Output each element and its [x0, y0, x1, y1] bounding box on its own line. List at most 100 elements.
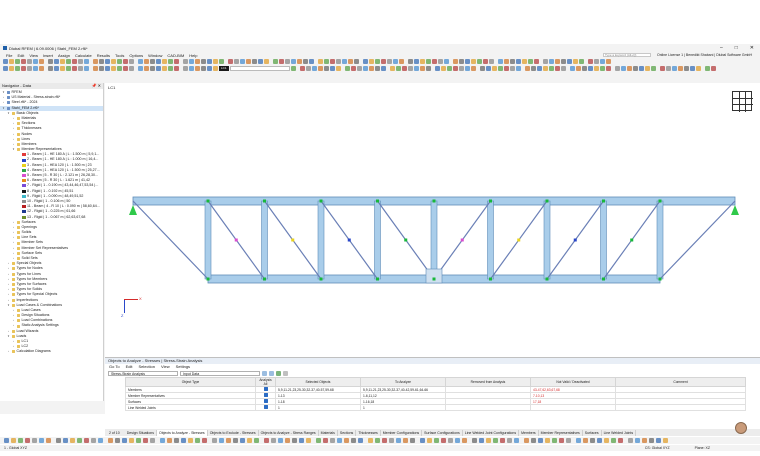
- bottom-tool-icon[interactable]: [316, 438, 321, 443]
- bottom-tool-icon[interactable]: [167, 438, 172, 443]
- view-tool-icon[interactable]: [3, 66, 8, 71]
- view-tool-icon[interactable]: [479, 66, 485, 71]
- main-tool-icon[interactable]: [354, 59, 359, 64]
- bottom-tool-icon[interactable]: [538, 438, 543, 443]
- bottom-tool-icon[interactable]: [115, 438, 120, 443]
- view-tool-icon[interactable]: [374, 66, 380, 71]
- bottom-tool-icon[interactable]: [299, 438, 304, 443]
- bottom-tool-icon[interactable]: [136, 438, 141, 443]
- bottom-tool-icon[interactable]: [583, 438, 588, 443]
- bottom-tool-icon[interactable]: [479, 438, 484, 443]
- bottom-tool-icon[interactable]: [39, 438, 44, 443]
- main-tool-icon[interactable]: [234, 59, 239, 64]
- view-tool-icon[interactable]: [21, 66, 26, 71]
- view-tool-icon[interactable]: [39, 66, 44, 71]
- expand-toggle-icon[interactable]: ›: [7, 349, 10, 354]
- main-tool-icon[interactable]: [489, 59, 494, 64]
- view-tool-icon[interactable]: [33, 66, 38, 71]
- bottom-tool-icon[interactable]: [358, 438, 363, 443]
- main-tool-icon[interactable]: [465, 59, 470, 64]
- bottom-tool-icon[interactable]: [375, 438, 380, 443]
- main-tool-icon[interactable]: [498, 59, 503, 64]
- view-tool-icon[interactable]: [350, 66, 356, 71]
- main-tool-icon[interactable]: [54, 59, 59, 64]
- panel-tab[interactable]: Objects to Analyze - Stresses: [156, 429, 208, 436]
- bottom-tool-icon[interactable]: [212, 438, 217, 443]
- data-type-select[interactable]: Input Data: [180, 371, 260, 376]
- bottom-tool-icon[interactable]: [70, 438, 75, 443]
- view-tool-icon[interactable]: [183, 66, 188, 71]
- bottom-tool-icon[interactable]: [226, 438, 231, 443]
- bottom-tool-icon[interactable]: [32, 438, 37, 443]
- bottom-tool-icon[interactable]: [330, 438, 335, 443]
- main-tool-icon[interactable]: [66, 59, 71, 64]
- view-tool-icon[interactable]: [587, 66, 593, 71]
- view-tool-icon[interactable]: [638, 66, 644, 71]
- view-tool-icon[interactable]: [174, 66, 179, 71]
- view-tool-icon[interactable]: [129, 66, 134, 71]
- main-tool-icon[interactable]: [381, 59, 386, 64]
- bottom-tool-icon[interactable]: [604, 438, 609, 443]
- main-tool-icon[interactable]: [567, 59, 572, 64]
- view-tool-icon[interactable]: [380, 66, 386, 71]
- main-tool-icon[interactable]: [528, 59, 533, 64]
- main-tool-icon[interactable]: [252, 59, 257, 64]
- view-tool-icon[interactable]: [356, 66, 362, 71]
- select-icon[interactable]: [269, 371, 274, 376]
- main-tool-icon[interactable]: [516, 59, 521, 64]
- close-button[interactable]: ✕: [750, 45, 754, 51]
- view-tool-icon[interactable]: [9, 66, 14, 71]
- expand-toggle-icon[interactable]: ▾: [12, 147, 15, 152]
- bottom-tool-icon[interactable]: [202, 438, 207, 443]
- bottom-tool-icon[interactable]: [278, 438, 283, 443]
- main-tool-icon[interactable]: [72, 59, 77, 64]
- main-tool-icon[interactable]: [285, 59, 290, 64]
- load-case-code[interactable]: LC1: [219, 66, 229, 71]
- bottom-tool-icon[interactable]: [254, 438, 259, 443]
- main-tool-icon[interactable]: [342, 59, 347, 64]
- view-tool-icon[interactable]: [72, 66, 77, 71]
- main-tool-icon[interactable]: [510, 59, 515, 64]
- bottom-tool-icon[interactable]: [507, 438, 512, 443]
- main-tool-icon[interactable]: [336, 59, 341, 64]
- view-tool-icon[interactable]: [620, 66, 626, 71]
- analysis-type-select[interactable]: Stress-Strain Analysis: [108, 371, 178, 376]
- view-tool-icon[interactable]: [213, 66, 218, 71]
- view-tool-icon[interactable]: [581, 66, 587, 71]
- main-tool-icon[interactable]: [534, 59, 539, 64]
- view-tool-icon[interactable]: [632, 66, 638, 71]
- load-case-select[interactable]: [229, 66, 290, 71]
- bottom-tool-icon[interactable]: [56, 438, 61, 443]
- tree-item[interactable]: › Calculation Diagrams: [0, 349, 103, 354]
- main-tool-icon[interactable]: [279, 59, 284, 64]
- view-tool-icon[interactable]: [290, 66, 296, 71]
- main-tool-icon[interactable]: [348, 59, 353, 64]
- bottom-tool-icon[interactable]: [635, 438, 640, 443]
- view-tool-icon[interactable]: [710, 66, 716, 71]
- view-tool-icon[interactable]: [168, 66, 173, 71]
- panel-tab[interactable]: Surfaces: [583, 429, 602, 436]
- view-tool-icon[interactable]: [497, 66, 503, 71]
- view-tool-icon[interactable]: [509, 66, 515, 71]
- view-tool-icon[interactable]: [144, 66, 149, 71]
- bottom-tool-icon[interactable]: [559, 438, 564, 443]
- main-tool-icon[interactable]: [174, 59, 179, 64]
- main-tool-icon[interactable]: [369, 59, 374, 64]
- view-tool-icon[interactable]: [162, 66, 167, 71]
- panel-tab[interactable]: Surface Configurations: [422, 429, 463, 436]
- view-tool-icon[interactable]: [111, 66, 116, 71]
- main-tool-icon[interactable]: [33, 59, 38, 64]
- view-tool-icon[interactable]: [560, 66, 566, 71]
- view-tool-icon[interactable]: [419, 66, 425, 71]
- bottom-tool-icon[interactable]: [500, 438, 505, 443]
- view-tool-icon[interactable]: [614, 66, 620, 71]
- main-tool-icon[interactable]: [318, 59, 323, 64]
- panel-menu-view[interactable]: View: [161, 364, 170, 370]
- panel-tab[interactable]: Members: [519, 429, 539, 436]
- main-tool-icon[interactable]: [240, 59, 245, 64]
- main-tool-icon[interactable]: [291, 59, 296, 64]
- main-tool-icon[interactable]: [105, 59, 110, 64]
- menu-insert[interactable]: Insert: [43, 53, 53, 58]
- view-tool-icon[interactable]: [413, 66, 419, 71]
- view-tool-icon[interactable]: [368, 66, 374, 71]
